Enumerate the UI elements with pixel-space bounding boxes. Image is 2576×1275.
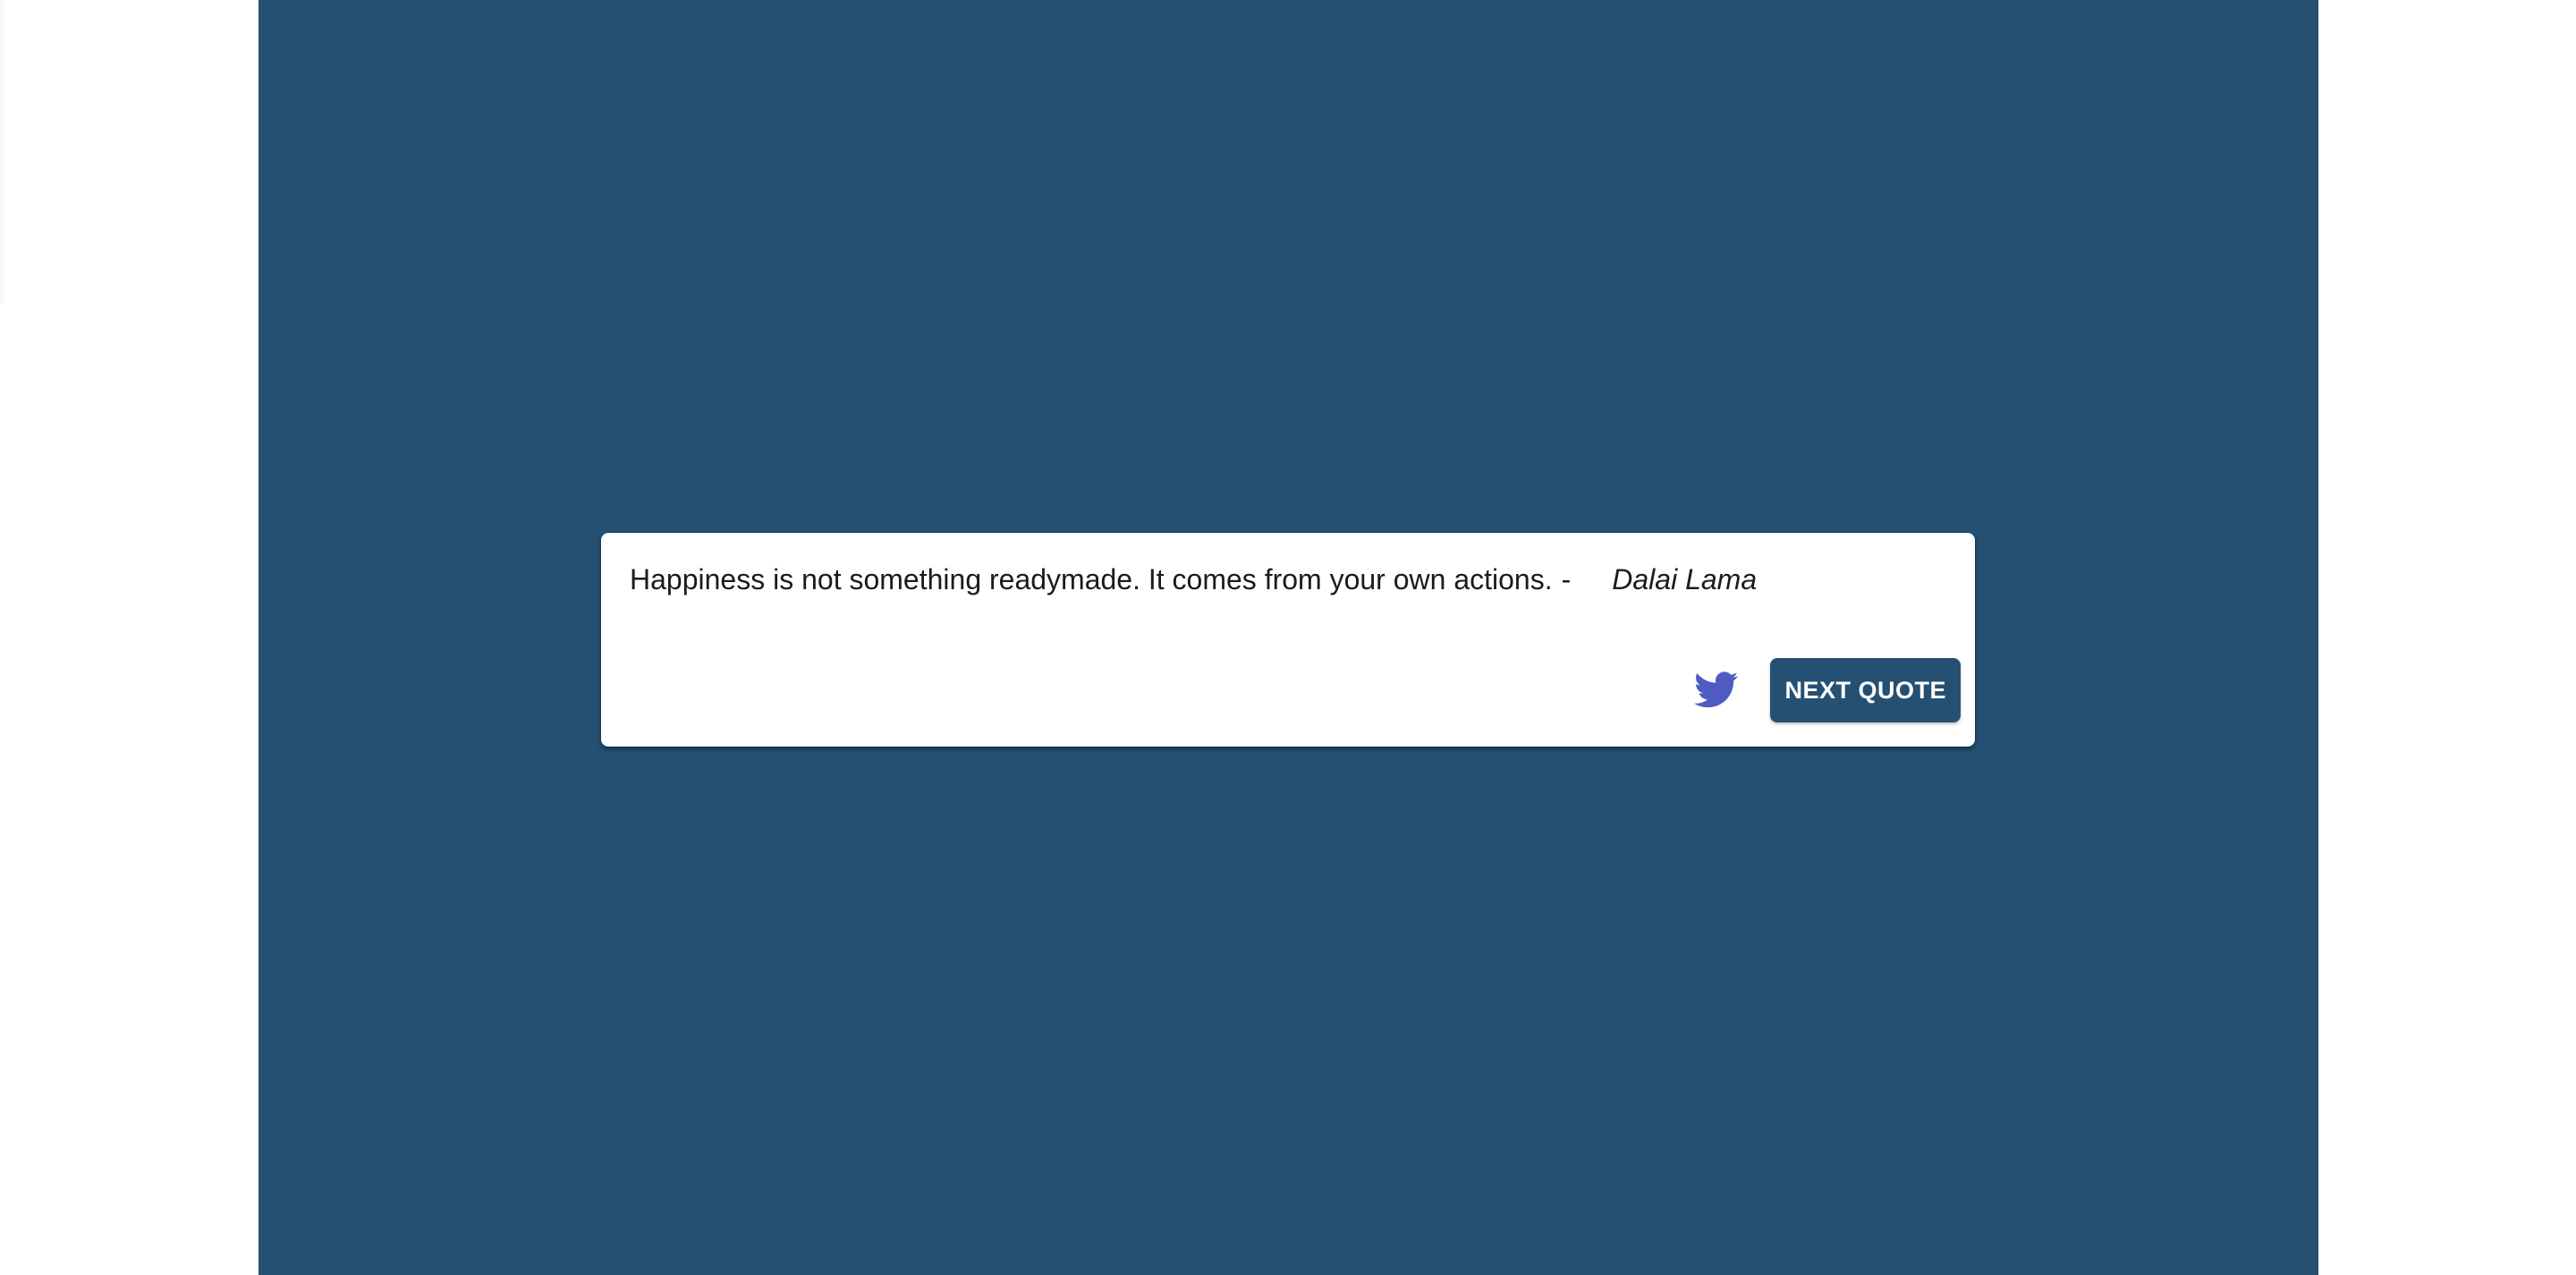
left-edge-shade xyxy=(0,0,5,304)
page: Happiness is not something readymade. It… xyxy=(0,0,2576,1275)
next-quote-button[interactable]: NEXT QUOTE xyxy=(1770,658,1961,722)
twitter-bird-icon xyxy=(1694,671,1739,708)
quote-separator: - xyxy=(1561,563,1572,595)
quote-text: Happiness is not something readymade. It… xyxy=(630,563,1553,595)
quote-author: Dalai Lama xyxy=(1612,563,1758,595)
quote-box: Happiness is not something readymade. It… xyxy=(601,533,1975,747)
quote-line: Happiness is not something readymade. It… xyxy=(630,560,1946,599)
tweet-quote-button[interactable] xyxy=(1691,665,1741,715)
quote-actions: NEXT QUOTE xyxy=(1691,658,1961,722)
